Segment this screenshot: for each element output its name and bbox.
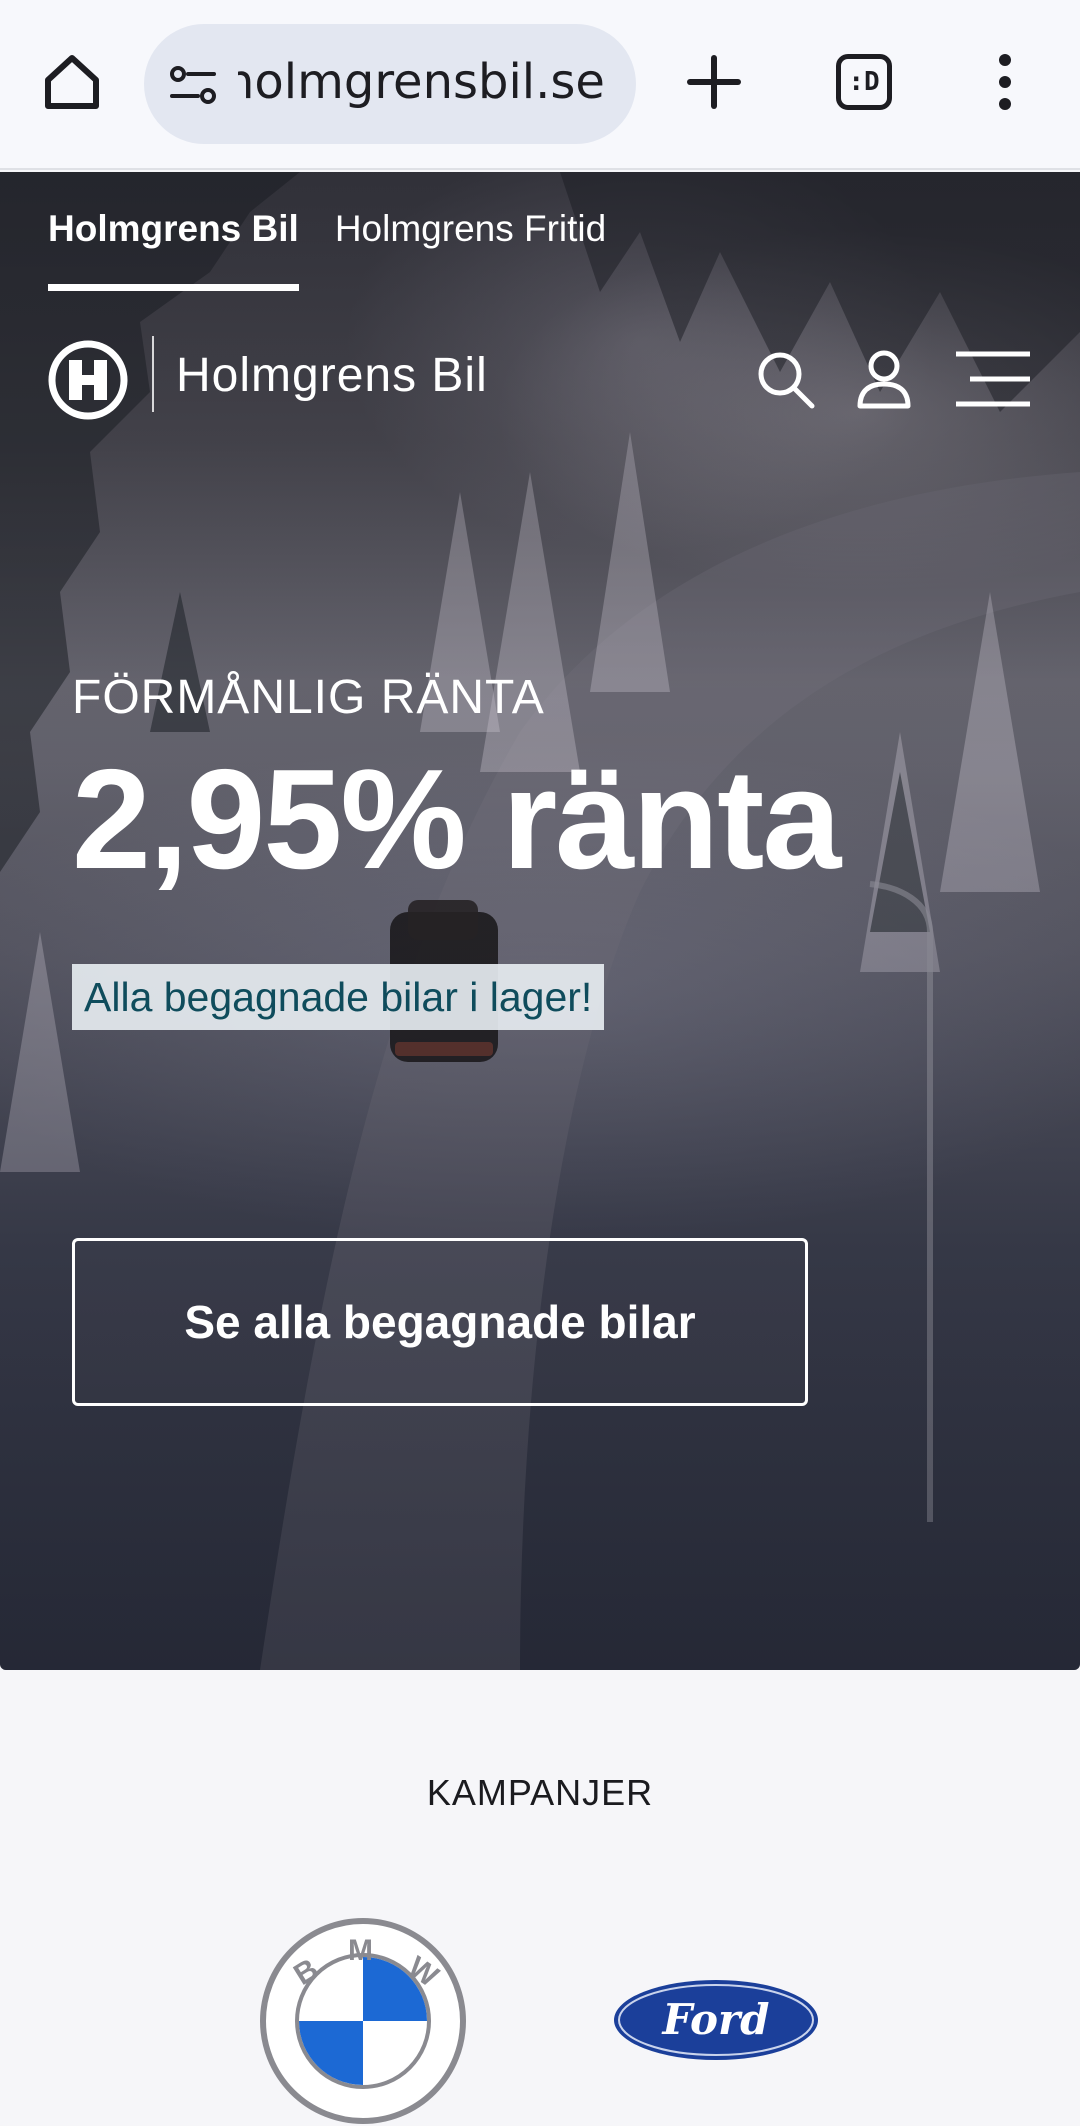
home-icon[interactable]	[40, 50, 104, 114]
search-icon[interactable]	[754, 348, 816, 410]
logo-text[interactable]: Holmgrens Bil	[176, 348, 488, 403]
address-bar[interactable]: holmgrensbil.se	[144, 24, 636, 144]
svg-text:Ford: Ford	[661, 1995, 769, 2044]
hero-banner: Holmgrens Bil Holmgrens Fritid Holmgrens…	[0, 172, 1080, 1670]
logo-divider	[152, 336, 154, 412]
hero-tagline: Alla begagnade bilar i lager!	[72, 964, 605, 1030]
svg-text:M: M	[348, 1934, 373, 1967]
user-icon[interactable]	[856, 348, 912, 410]
brand-switcher: Holmgrens Bil Holmgrens Fritid	[48, 208, 606, 291]
tab-holmgrens-fritid[interactable]: Holmgrens Fritid	[335, 208, 606, 291]
hero-headline: 2,95% ränta	[72, 740, 841, 899]
site-header: Holmgrens Bil	[48, 336, 1032, 426]
holmgrens-logo-icon[interactable]	[48, 340, 128, 420]
url-text[interactable]: holmgrensbil.se	[238, 54, 605, 110]
see-all-used-cars-button[interactable]: Se alla begagnade bilar	[72, 1238, 808, 1406]
tab-holmgrens-bil[interactable]: Holmgrens Bil	[48, 208, 299, 291]
new-tab-icon[interactable]	[684, 52, 744, 112]
browser-toolbar: holmgrensbil.se :D	[0, 0, 1080, 170]
tab-switcher-button[interactable]: :D	[836, 54, 892, 110]
bmw-logo[interactable]: B M W	[258, 1916, 468, 2126]
more-options-icon[interactable]	[990, 52, 1020, 112]
hamburger-menu-icon[interactable]	[954, 348, 1032, 410]
hero-eyebrow: FÖRMÅNLIG RÄNTA	[72, 671, 545, 724]
ford-logo[interactable]: Ford	[612, 1978, 820, 2062]
url-container: holmgrensbil.se	[238, 24, 618, 144]
site-settings-icon[interactable]	[168, 60, 218, 110]
campaigns-title: KAMPANJER	[426, 1772, 654, 1813]
